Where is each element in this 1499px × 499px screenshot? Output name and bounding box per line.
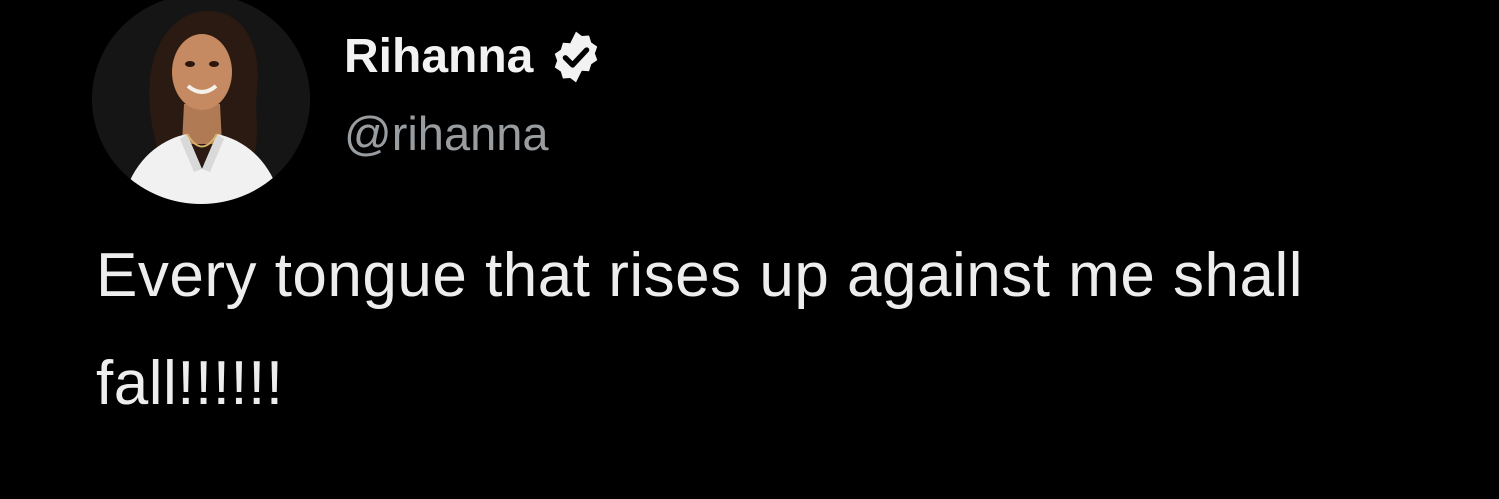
tweet-text: Every tongue that rises up against me sh…	[96, 241, 1304, 418]
user-handle[interactable]: @rihanna	[344, 110, 549, 157]
avatar[interactable]	[92, 0, 310, 204]
verified-badge-icon	[547, 28, 605, 86]
name-row: Rihanna	[344, 26, 605, 88]
display-name[interactable]: Rihanna	[344, 33, 533, 81]
tweet-card: Rihanna @rihanna Every tongue that rises…	[0, 0, 1499, 499]
avatar-photo	[92, 0, 310, 204]
